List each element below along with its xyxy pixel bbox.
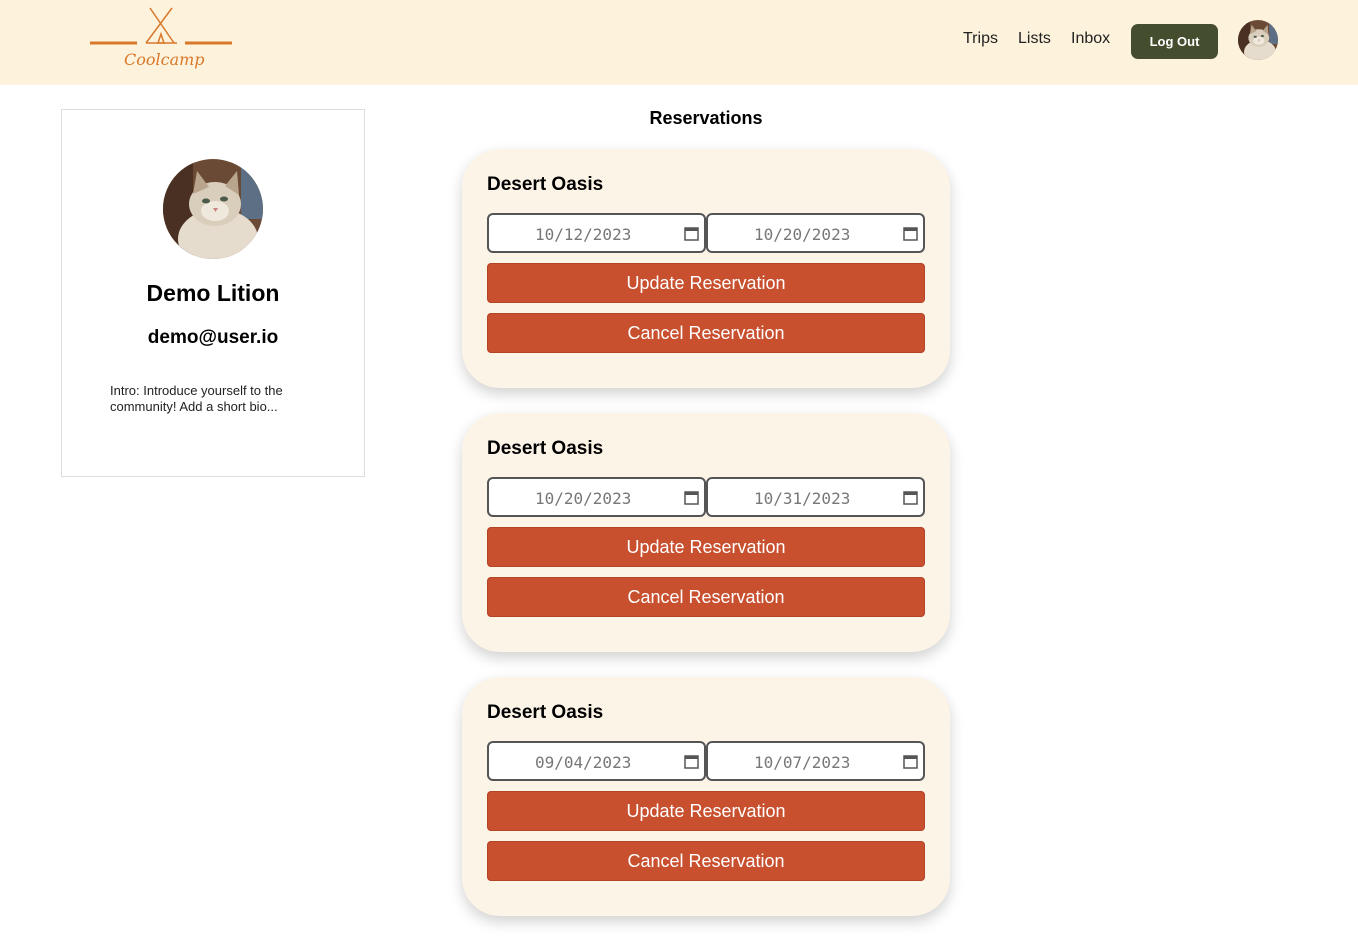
coolcamp-logo[interactable]: Coolcamp <box>88 6 236 72</box>
update-reservation-button[interactable]: Update Reservation <box>487 527 925 567</box>
calendar-icon[interactable] <box>903 754 918 769</box>
end-date-input[interactable]: 10/07/2023 <box>706 741 925 781</box>
update-reservation-button[interactable]: Update Reservation <box>487 791 925 831</box>
calendar-icon[interactable] <box>684 754 699 769</box>
profile-intro: Intro: Introduce yourself to the communi… <box>110 383 283 414</box>
start-date-input[interactable]: 10/12/2023 <box>487 213 706 253</box>
top-header: Coolcamp Trips Lists Inbox Log Out <box>0 0 1358 85</box>
cancel-reservation-button[interactable]: Cancel Reservation <box>487 841 925 881</box>
reservation-card: Desert Oasis 10/20/2023 10/31/2023 Updat… <box>462 413 950 652</box>
end-date-value: 10/07/2023 <box>754 753 851 772</box>
end-date-input[interactable]: 10/31/2023 <box>706 477 925 517</box>
nav-trips-link[interactable]: Trips <box>963 30 998 48</box>
reservation-title: Desert Oasis <box>487 174 604 195</box>
start-date-value: 10/20/2023 <box>535 489 632 508</box>
start-date-input[interactable]: 09/04/2023 <box>487 741 706 781</box>
end-date-input[interactable]: 10/20/2023 <box>706 213 925 253</box>
reservation-title: Desert Oasis <box>487 702 604 723</box>
reservations-heading: Reservations <box>649 108 763 128</box>
logo-text: Coolcamp <box>124 50 205 69</box>
start-date-input[interactable]: 10/20/2023 <box>487 477 706 517</box>
reservation-card: Desert Oasis 10/12/2023 10/20/2023 Updat… <box>462 149 950 388</box>
calendar-icon[interactable] <box>903 490 918 505</box>
profile-name: Demo Lition <box>146 280 280 306</box>
profile-email: demo@user.io <box>147 327 279 348</box>
profile-avatar <box>163 159 263 259</box>
calendar-icon[interactable] <box>903 226 918 241</box>
nav-lists-link[interactable]: Lists <box>1018 30 1051 48</box>
nav-inbox-link[interactable]: Inbox <box>1071 30 1110 48</box>
start-date-value: 10/12/2023 <box>535 225 632 244</box>
calendar-icon[interactable] <box>684 490 699 505</box>
start-date-value: 09/04/2023 <box>535 753 632 772</box>
header-avatar[interactable] <box>1238 20 1278 60</box>
logout-button[interactable]: Log Out <box>1131 24 1218 59</box>
reservation-card: Desert Oasis 09/04/2023 10/07/2023 Updat… <box>462 677 950 916</box>
cancel-reservation-button[interactable]: Cancel Reservation <box>487 313 925 353</box>
profile-card: Demo Lition demo@user.io Intro: Introduc… <box>61 109 365 477</box>
cancel-reservation-button[interactable]: Cancel Reservation <box>487 577 925 617</box>
update-reservation-button[interactable]: Update Reservation <box>487 263 925 303</box>
avatar-cat-image <box>163 159 263 259</box>
end-date-value: 10/20/2023 <box>754 225 851 244</box>
reservation-title: Desert Oasis <box>487 438 604 459</box>
end-date-value: 10/31/2023 <box>754 489 851 508</box>
calendar-icon[interactable] <box>684 226 699 241</box>
avatar-cat-image <box>1238 20 1278 60</box>
